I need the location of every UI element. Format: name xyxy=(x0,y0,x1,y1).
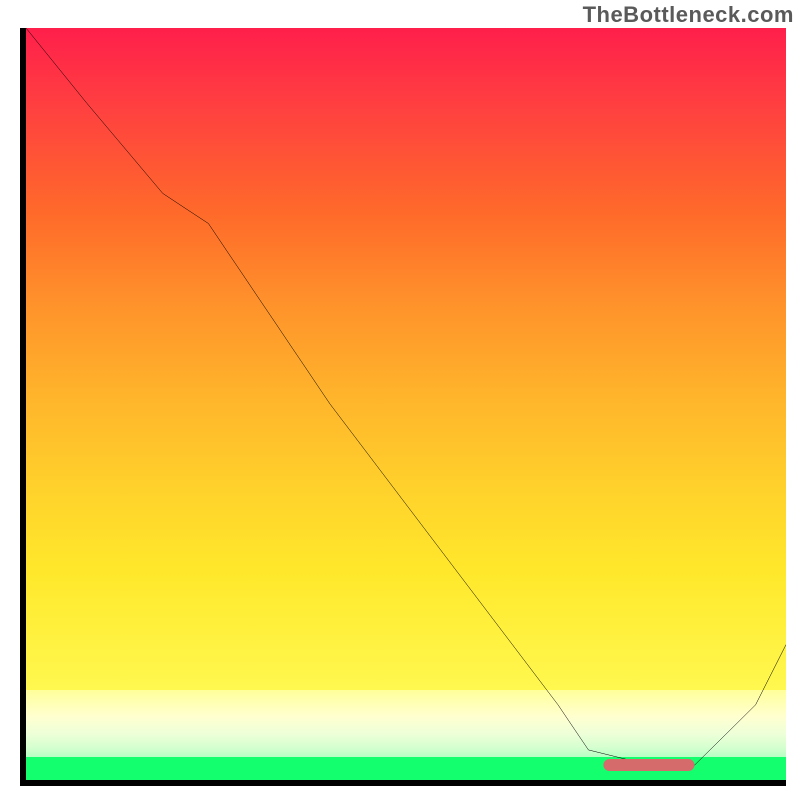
curve-svg xyxy=(26,28,786,780)
plot-frame xyxy=(20,28,786,786)
sweet-spot-marker xyxy=(604,759,695,771)
curve-path xyxy=(26,28,786,765)
watermark-text: TheBottleneck.com xyxy=(583,2,794,28)
page-root: TheBottleneck.com xyxy=(0,0,800,800)
